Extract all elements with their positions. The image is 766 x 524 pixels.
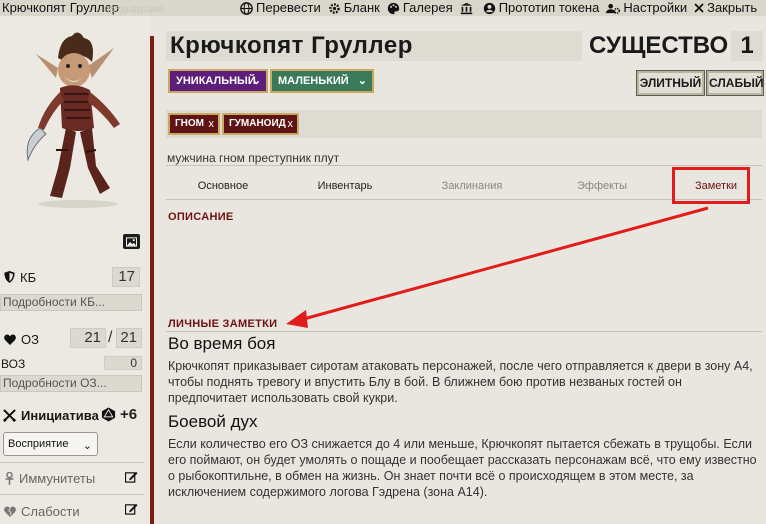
palette-icon: [387, 2, 400, 14]
tab-main[interactable]: Основное: [166, 172, 280, 199]
level-input[interactable]: 1: [731, 31, 763, 61]
creature-type-label: СУЩЕСТВО: [589, 32, 729, 59]
size-value: МАЛЕНЬКИЙ: [278, 75, 349, 87]
creature-name-input[interactable]: Крючкопят Груллер: [166, 31, 582, 61]
compendium-button[interactable]: [460, 0, 476, 16]
ac-label-wrap: КБ: [4, 270, 36, 285]
immunities-label: Иммунитеты: [19, 470, 96, 486]
hp-label-wrap: ОЗ: [4, 332, 39, 347]
rarity-select[interactable]: УНИКАЛЬНЫЙ ⌄: [168, 69, 268, 93]
initiative-skill-select[interactable]: Восприятие ⌄: [3, 432, 98, 456]
weaknesses-label: Слабости: [21, 503, 80, 519]
settings-label: Настройки: [623, 0, 688, 15]
trait-label: ГНОМ: [175, 118, 204, 129]
description-title: ОПИСАНИЕ: [168, 211, 234, 223]
trait-tag[interactable]: ГНОМ x: [168, 113, 220, 135]
heart-icon: [4, 333, 16, 345]
tab-inventory[interactable]: Инвентарь: [280, 172, 410, 199]
chevron-down-icon: ⌄: [82, 440, 92, 452]
remove-trait-icon[interactable]: x: [288, 115, 294, 133]
edit-immunities-icon[interactable]: [125, 471, 138, 483]
ankh-icon: [5, 471, 14, 485]
broken-heart-icon: [4, 505, 16, 517]
close-label: Закрыть: [707, 0, 758, 15]
ac-value[interactable]: 17: [112, 267, 140, 287]
chevron-down-icon: ⌄: [357, 75, 367, 87]
change-image-button[interactable]: [123, 234, 140, 249]
hp-label: ОЗ: [21, 331, 39, 347]
image-icon: [126, 236, 137, 247]
gear-icon: [328, 2, 340, 14]
gallery-button[interactable]: Галерея: [387, 0, 453, 16]
initiative-value: +6: [120, 406, 138, 423]
hp-max: 21: [116, 328, 142, 348]
initiative-label-wrap: Инициатива: [3, 408, 99, 423]
gallery-label: Галерея: [402, 0, 453, 15]
temp-hp-label: ВОЗ: [1, 357, 26, 371]
section-text: Если количество его ОЗ снижается до 4 ил…: [168, 437, 757, 499]
user-circle-icon: [483, 2, 495, 14]
token-prototype-button[interactable]: Прототип токена: [483, 0, 600, 16]
immunities-row: Иммунитеты: [0, 470, 144, 486]
section-heading: Боевой дух: [168, 412, 258, 431]
globe-icon: [240, 1, 253, 15]
settings-button[interactable]: Настройки: [606, 0, 687, 16]
translate-button[interactable]: Перевести: [240, 0, 321, 16]
close-button[interactable]: Закрыть: [694, 0, 757, 16]
blurb-input[interactable]: мужчина гном преступник плут: [166, 151, 762, 166]
sidebar-divider-line-2: [0, 494, 144, 495]
ac-label: КБ: [20, 269, 37, 285]
ac-details-input[interactable]: Подробности КБ...: [0, 294, 142, 311]
sidebar-divider-line: [0, 462, 144, 463]
sheet-label: Бланк: [343, 0, 380, 15]
tab-spells[interactable]: Заклинания: [410, 172, 534, 199]
tab-highlight-box: [672, 167, 750, 204]
tab-effects[interactable]: Эффекты: [534, 172, 670, 199]
rarity-value: УНИКАЛЬНЫЙ: [176, 75, 256, 87]
weaknesses-row: Слабости: [0, 503, 144, 519]
private-notes-title: ЛИЧНЫЕ ЗАМЕТКИ: [168, 318, 278, 330]
remove-trait-icon[interactable]: x: [209, 115, 215, 133]
ghost-text: предыдущие: [104, 4, 164, 15]
elite-button[interactable]: ЭЛИТНЫЙ: [636, 70, 705, 96]
section-heading: Во время боя: [168, 334, 276, 353]
hp-value[interactable]: 21: [70, 328, 106, 348]
notes-divider: [166, 331, 762, 332]
sidebar-divider: [150, 36, 154, 524]
crossed-swords-icon: [3, 408, 16, 422]
initiative-skill-value: Восприятие: [8, 438, 69, 450]
initiative-label: Инициатива: [21, 407, 99, 423]
trait-label: ГУМАНОИД: [229, 118, 286, 129]
chevron-down-icon: ⌄: [251, 75, 261, 87]
trait-tag[interactable]: ГУМАНОИД x: [222, 113, 299, 135]
window-title-text: Крючкопят Груллер: [2, 0, 119, 15]
weak-button[interactable]: СЛАБЫЙ: [706, 70, 764, 96]
hp-slash: /: [108, 329, 113, 346]
close-icon: [694, 3, 704, 13]
window-title: Крючкопят Груллер предыдущие: [0, 0, 236, 16]
translate-label: Перевести: [256, 0, 321, 15]
sheet-button[interactable]: Бланк: [328, 0, 380, 16]
temple-icon: [460, 2, 472, 14]
d20-icon[interactable]: [101, 407, 116, 422]
hp-details-input[interactable]: Подробности ОЗ...: [0, 375, 142, 392]
temp-hp-value[interactable]: 0: [104, 356, 142, 370]
window-title-bar: Крючкопят Груллер предыдущие Перевести Б…: [0, 0, 766, 16]
size-select[interactable]: МАЛЕНЬКИЙ ⌄: [270, 69, 374, 93]
creature-portrait[interactable]: [22, 28, 134, 208]
section-text: Крючкопят приказывает сиротам атаковать …: [168, 359, 753, 405]
users-cog-icon: [606, 3, 621, 14]
token-prototype-label: Прототип токена: [498, 0, 600, 15]
edit-weaknesses-icon[interactable]: [125, 503, 138, 515]
shield-icon: [4, 271, 15, 283]
